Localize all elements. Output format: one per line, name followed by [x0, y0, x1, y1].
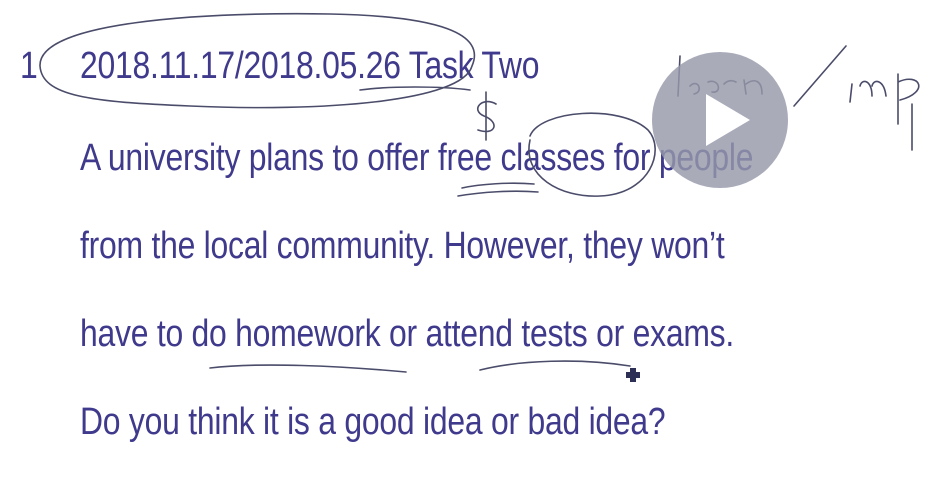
play-button[interactable] [652, 52, 788, 188]
heading-task: Task Two [408, 45, 540, 87]
cross-mark [626, 372, 640, 378]
dollar-sign [477, 100, 497, 133]
item-number: 1 [20, 45, 38, 87]
lecture-slide: 1 2018.11.17/2018.05.26 Task Two A unive… [0, 0, 930, 498]
margin-note-imp [849, 73, 920, 125]
question-line-2: from the local community. However, they … [80, 225, 725, 267]
play-icon [706, 94, 750, 146]
question-line-4: Do you think it is a good idea or bad id… [80, 401, 666, 443]
tests-underline [479, 360, 631, 371]
question-line-3: have to do homework or attend tests or e… [80, 313, 735, 355]
free-double-underline [461, 182, 535, 189]
heading-date: 2018.11.17/2018.05.26 [80, 45, 401, 87]
homework-underline [209, 364, 407, 373]
margin-slash [793, 45, 847, 107]
slide-heading: 2018.11.17/2018.05.26 Task Two [80, 44, 539, 88]
